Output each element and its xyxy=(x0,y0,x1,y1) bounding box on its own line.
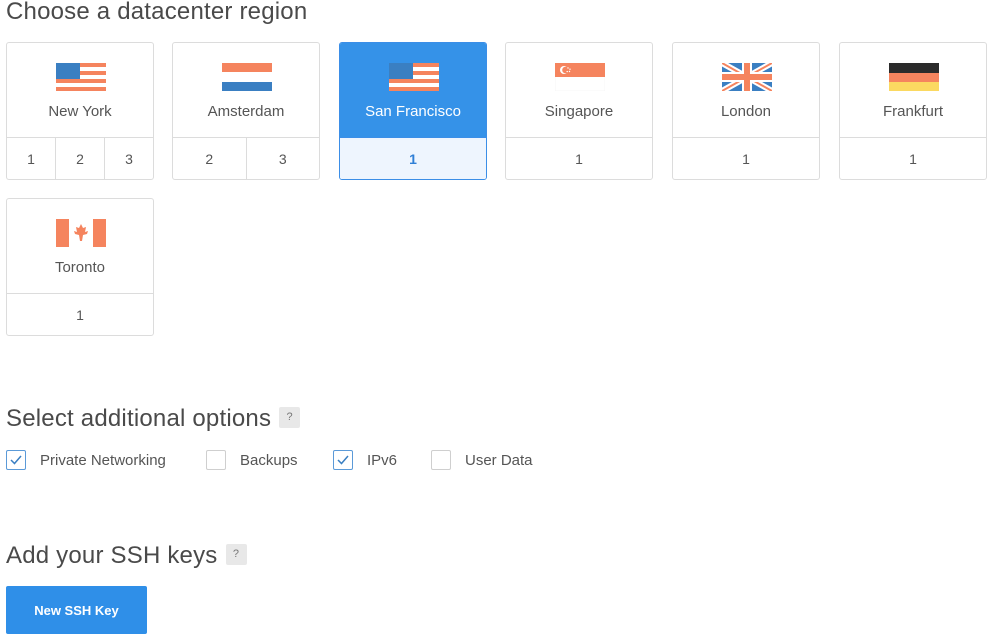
checkbox-checked[interactable] xyxy=(6,450,26,470)
region-name: London xyxy=(720,103,772,120)
option-label: Backups xyxy=(240,451,298,469)
region-card-frankfurt[interactable]: Frankfurt 1 xyxy=(839,42,987,180)
options-title: Select additional options? xyxy=(6,405,301,433)
region-card-singapore[interactable]: Singapore 1 xyxy=(505,42,653,180)
region-card-amsterdam[interactable]: Amsterdam 2 3 xyxy=(172,42,320,180)
region-option[interactable]: 1 xyxy=(340,138,486,179)
ssh-title: Add your SSH keys? xyxy=(6,542,247,570)
region-option[interactable]: 3 xyxy=(104,138,153,179)
nl-flag-icon xyxy=(222,63,272,91)
region-card-london[interactable]: London 1 xyxy=(672,42,820,180)
region-name: Frankfurt xyxy=(882,103,943,120)
sg-flag-icon xyxy=(555,63,605,91)
checkbox-checked[interactable] xyxy=(333,450,353,470)
region-name: New York xyxy=(48,103,112,120)
ssh-title-text: Add your SSH keys xyxy=(6,542,218,569)
option-label: IPv6 xyxy=(367,451,398,469)
options-title-text: Select additional options xyxy=(6,405,272,432)
region-name: San Francisco xyxy=(365,103,461,120)
region-name: Toronto xyxy=(54,259,106,276)
option-ipv6[interactable]: IPv6 xyxy=(333,450,397,470)
region-option[interactable]: 1 xyxy=(673,138,819,179)
region-card-toronto[interactable]: Toronto 1 xyxy=(6,198,154,336)
option-private-networking[interactable]: Private Networking xyxy=(6,450,166,470)
region-option[interactable]: 1 xyxy=(840,138,986,179)
us-flag-icon xyxy=(56,63,106,91)
region-option[interactable]: 2 xyxy=(173,138,246,179)
check-icon xyxy=(10,455,22,465)
region-name: Amsterdam xyxy=(207,103,285,120)
help-icon[interactable]: ? xyxy=(279,407,301,429)
us-flag-icon xyxy=(389,63,439,91)
uk-flag-icon xyxy=(722,63,772,91)
checkbox-unchecked[interactable] xyxy=(206,450,226,470)
checkbox-unchecked[interactable] xyxy=(431,450,451,470)
region-card-san-francisco[interactable]: San Francisco 1 xyxy=(339,42,487,180)
region-option[interactable]: 1 xyxy=(506,138,652,179)
region-title: Choose a datacenter region xyxy=(6,0,308,25)
option-user-data[interactable]: User Data xyxy=(431,450,533,470)
region-card-new-york[interactable]: New York 1 2 3 xyxy=(6,42,154,180)
region-option[interactable]: 1 xyxy=(7,294,153,335)
region-option[interactable]: 1 xyxy=(7,138,55,179)
option-backups[interactable]: Backups xyxy=(206,450,298,470)
de-flag-icon xyxy=(889,63,939,91)
help-icon[interactable]: ? xyxy=(225,544,247,566)
new-ssh-key-button[interactable]: New SSH Key xyxy=(6,586,147,634)
option-label: Private Networking xyxy=(40,451,166,469)
region-name: Singapore xyxy=(544,103,614,120)
ca-flag-icon xyxy=(56,219,106,247)
region-option[interactable]: 3 xyxy=(245,138,320,179)
check-icon xyxy=(337,455,349,465)
region-option[interactable]: 2 xyxy=(55,138,104,179)
option-label: User Data xyxy=(465,451,533,469)
